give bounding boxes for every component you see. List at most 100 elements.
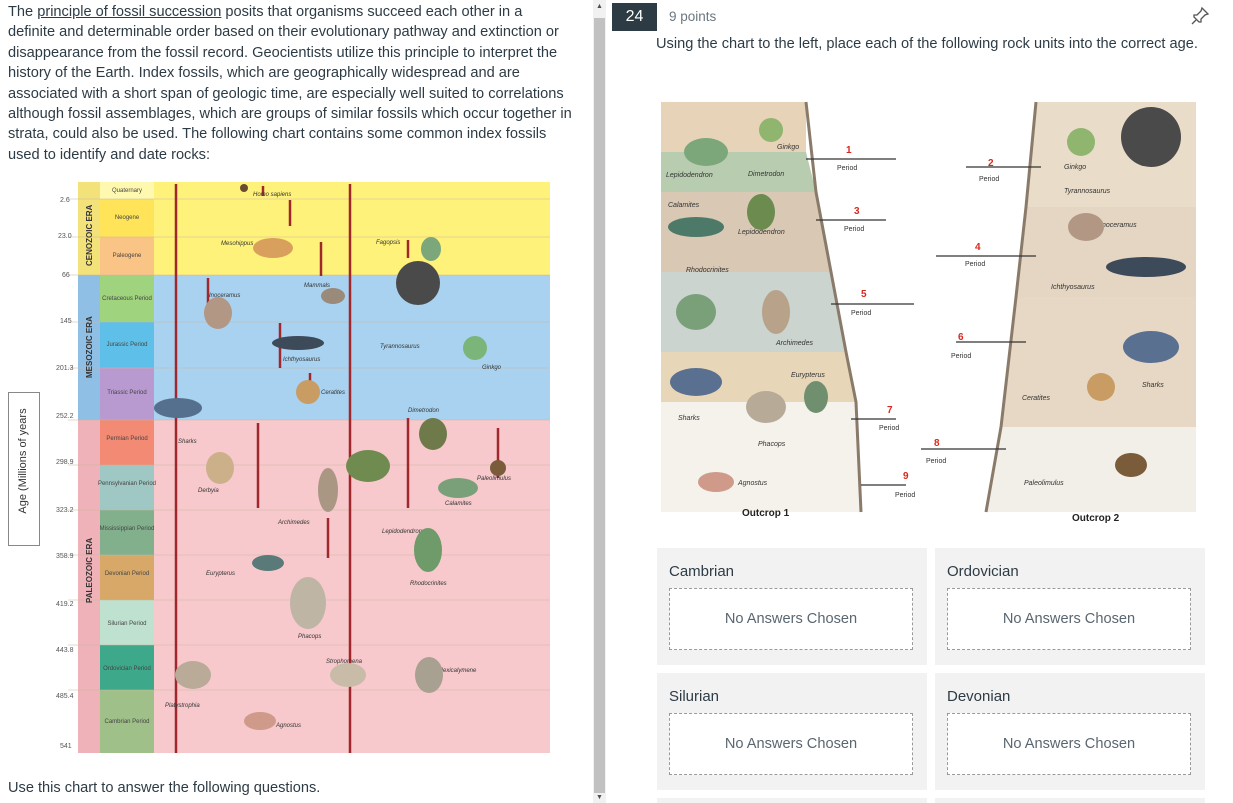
period-label: Cretaceous Period	[102, 296, 152, 302]
drop-target-ordovician[interactable]: No Answers Chosen	[947, 588, 1191, 650]
fossil-label: Ichthyosaurus	[283, 357, 320, 363]
left-panel: The principle of fossil succession posit…	[0, 0, 593, 803]
intro-prefix: The	[8, 4, 34, 20]
age-tick: 298.9	[56, 459, 74, 466]
age-tick: 541	[60, 743, 72, 750]
scroll-down-arrow[interactable]: ▼	[594, 793, 605, 803]
fossil-label: Fagopsis	[376, 240, 400, 246]
era-label: CENOZOIC ERA	[85, 204, 94, 266]
period-word: Period	[837, 165, 857, 172]
fossil-label: Flexicalymene	[438, 668, 477, 674]
period-word: Period	[965, 261, 985, 268]
question-panel: 24 9 points Using the chart to the left,…	[612, 0, 1233, 803]
outcrop-number: 1	[846, 145, 852, 156]
age-tick: 145	[60, 318, 72, 325]
period-word: Period	[879, 425, 899, 432]
period-label: Ordovician Period	[103, 666, 151, 672]
fossil-label: Archimedes	[277, 520, 310, 526]
outcrop-number: 8	[934, 438, 940, 449]
dropzone-silurian: Silurian No Answers Chosen	[657, 673, 927, 790]
outcrop1-fossil: Calamites	[668, 202, 700, 209]
outcrop-diagram: 1 2 3 4 5 6 7 8 9 Period Period Period P…	[661, 101, 1196, 524]
outcrop2-label: Outcrop 2	[1072, 513, 1120, 524]
drop-placeholder: No Answers Chosen	[724, 736, 858, 752]
age-tick: 201.3	[56, 365, 74, 372]
fossil-label: Sharks	[178, 439, 197, 445]
outcrop2-fossil: Ginkgo	[1064, 164, 1086, 171]
fossil-label: Phacops	[298, 634, 321, 640]
scroll-up-arrow[interactable]: ▲	[594, 2, 605, 12]
outcrop2-fossil: Ichthyosaurus	[1051, 284, 1095, 291]
fossil-label: Ginkgo	[482, 365, 502, 371]
geologic-time-chart: 2.6 23.0 66 145 201.3 252.2 298.9 323.2 …	[56, 182, 550, 753]
era-label: PALEOZOIC ERA	[85, 538, 94, 603]
period-word: Period	[844, 226, 864, 233]
fossil-label: Agnostus	[275, 723, 301, 729]
drop-target-silurian[interactable]: No Answers Chosen	[669, 713, 913, 775]
period-label: Pennsylvanian Period	[98, 481, 156, 487]
outcrop2-fossil: Paleolimulus	[1024, 480, 1064, 487]
era-label: MESOZOIC ERA	[85, 316, 94, 378]
fossil-label: Calamites	[445, 501, 472, 507]
outcrop-number: 2	[988, 158, 994, 169]
question-number: 24	[612, 3, 657, 31]
drop-placeholder: No Answers Chosen	[724, 611, 858, 627]
zone-label: Devonian	[947, 688, 1011, 705]
period-label: Devonian Period	[105, 571, 149, 577]
fossil-label: Mesohippus	[221, 241, 253, 247]
period-label: Triassic Period	[107, 390, 146, 396]
pin-icon[interactable]	[1189, 5, 1211, 27]
outcrop1-fossil: Eurypterus	[791, 372, 825, 379]
intro-body: posits that organisms succeed each other…	[8, 4, 572, 163]
chart-ylabel-box: Age (Millions of years	[8, 392, 40, 546]
question-text: Using the chart to the left, place each …	[656, 36, 1198, 52]
outcrop2-fossil: Ceratites	[1022, 395, 1051, 402]
fossil-label: Ceratites	[321, 390, 345, 396]
outcrop1-label: Outcrop 1	[742, 508, 790, 519]
fossil-label: Rhodocrinites	[410, 581, 447, 587]
period-label: Neogene	[115, 215, 140, 221]
zone-label: Cambrian	[669, 563, 735, 580]
age-tick: 485.4	[56, 693, 74, 700]
fossil-label: Paleolimulus	[477, 476, 511, 482]
period-label: Paleogene	[113, 253, 142, 259]
footer-text: Use this chart to answer the following q…	[8, 780, 321, 796]
left-scrollbar-thumb[interactable]	[594, 18, 605, 793]
fossil-label: Dimetrodon	[408, 408, 440, 414]
period-label: Mississippian Period	[100, 526, 155, 532]
dropzone-next	[935, 798, 1205, 803]
outcrop1-fossil: Agnostus	[737, 480, 768, 487]
age-tick: 2.6	[60, 197, 70, 204]
age-tick: 66	[62, 272, 70, 279]
fossil-label: Lepidodendron	[382, 529, 423, 535]
age-tick: 358.9	[56, 553, 74, 560]
period-label: Silurian Period	[107, 621, 146, 627]
outcrop1-fossil: Archimedes	[775, 340, 813, 347]
fossil-label: Tyrannosaurus	[380, 344, 420, 350]
drop-placeholder: No Answers Chosen	[1002, 611, 1136, 627]
period-label: Cambrian Period	[104, 719, 149, 725]
outcrop2-fossil: Inoceramus	[1100, 222, 1137, 229]
period-word: Period	[926, 458, 946, 465]
period-word: Period	[851, 310, 871, 317]
outcrop1-fossil: Ginkgo	[777, 144, 799, 151]
outcrop1-fossil: Rhodocrinites	[686, 267, 729, 274]
fossil-label: Eurypterus	[206, 571, 235, 577]
age-tick: 443.8	[56, 647, 74, 654]
fossil-succession-link[interactable]: principle of fossil succession	[37, 4, 221, 20]
outcrop-number: 4	[975, 242, 981, 253]
dropzone-cambrian: Cambrian No Answers Chosen	[657, 548, 927, 665]
outcrop2-fossil: Sharks	[1142, 382, 1164, 389]
dropzone-devonian: Devonian No Answers Chosen	[935, 673, 1205, 790]
drop-target-cambrian[interactable]: No Answers Chosen	[669, 588, 913, 650]
fossil-label: Platystrophia	[165, 703, 200, 709]
drop-target-devonian[interactable]: No Answers Chosen	[947, 713, 1191, 775]
age-tick: 419.2	[56, 601, 74, 608]
outcrop-number: 5	[861, 289, 867, 300]
outcrop1-fossil: Lepidodendron	[666, 172, 713, 179]
outcrop1-fossil: Dimetrodon	[748, 171, 784, 178]
outcrop2-fossil: Tyrannosaurus	[1064, 188, 1111, 195]
fossil-label: Derbyia	[198, 488, 219, 494]
question-points: 9 points	[669, 9, 717, 24]
chart-ylabel: Age (Millions of years	[17, 408, 29, 514]
